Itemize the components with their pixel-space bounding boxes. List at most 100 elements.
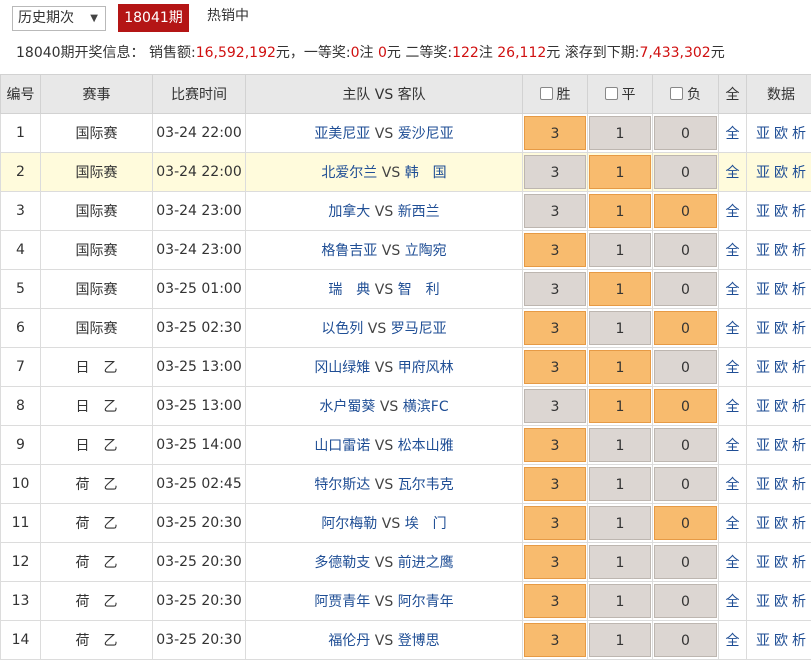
option-lose[interactable]: 0 xyxy=(654,623,717,657)
option-lose[interactable]: 0 xyxy=(654,350,717,384)
select-all-option[interactable]: 全 xyxy=(718,464,747,504)
home-team[interactable]: 阿贾青年 xyxy=(314,594,370,610)
current-issue-button[interactable]: 18041期 xyxy=(118,4,189,32)
asian-odds-link[interactable]: 亚 xyxy=(756,477,770,493)
euro-odds-link[interactable]: 欧 xyxy=(774,399,788,415)
analysis-link[interactable]: 析 xyxy=(792,633,806,649)
select-all-option[interactable]: 全 xyxy=(718,503,747,543)
euro-odds-link[interactable]: 欧 xyxy=(774,165,788,181)
option-lose[interactable]: 0 xyxy=(654,116,717,150)
analysis-link[interactable]: 析 xyxy=(792,438,806,454)
home-team[interactable]: 水户蜀葵 xyxy=(319,399,375,415)
home-team[interactable]: 以色列 xyxy=(321,321,363,337)
euro-odds-link[interactable]: 欧 xyxy=(774,243,788,259)
option-draw[interactable]: 1 xyxy=(589,350,651,384)
option-draw[interactable]: 1 xyxy=(589,506,651,540)
option-lose[interactable]: 0 xyxy=(654,389,717,423)
option-draw[interactable]: 1 xyxy=(589,233,651,267)
option-lose[interactable]: 0 xyxy=(654,233,717,267)
select-all-option[interactable]: 全 xyxy=(718,347,747,387)
option-draw[interactable]: 1 xyxy=(589,623,651,657)
analysis-link[interactable]: 析 xyxy=(792,321,806,337)
euro-odds-link[interactable]: 欧 xyxy=(774,360,788,376)
away-team[interactable]: 新西兰 xyxy=(398,204,440,220)
select-all-option[interactable]: 全 xyxy=(718,425,747,465)
euro-odds-link[interactable]: 欧 xyxy=(774,555,788,571)
asian-odds-link[interactable]: 亚 xyxy=(756,438,770,454)
history-issue-select[interactable]: 历史期次 ▼ xyxy=(12,6,106,31)
analysis-link[interactable]: 析 xyxy=(792,516,806,532)
option-lose[interactable]: 0 xyxy=(654,428,717,462)
option-lose[interactable]: 0 xyxy=(654,545,717,579)
asian-odds-link[interactable]: 亚 xyxy=(756,555,770,571)
header-draw[interactable]: 平 xyxy=(587,74,653,114)
away-team[interactable]: 前进之鹰 xyxy=(398,555,454,571)
analysis-link[interactable]: 析 xyxy=(792,243,806,259)
home-team[interactable]: 冈山绿雉 xyxy=(314,360,370,376)
asian-odds-link[interactable]: 亚 xyxy=(756,516,770,532)
away-team[interactable]: 登博思 xyxy=(398,633,440,649)
option-draw[interactable]: 1 xyxy=(589,428,651,462)
analysis-link[interactable]: 析 xyxy=(792,165,806,181)
euro-odds-link[interactable]: 欧 xyxy=(774,126,788,142)
home-team[interactable]: 北爱尔兰 xyxy=(321,165,377,181)
away-team[interactable]: 埃 门 xyxy=(405,516,447,532)
euro-odds-link[interactable]: 欧 xyxy=(774,594,788,610)
home-team[interactable]: 加拿大 xyxy=(328,204,370,220)
header-lose[interactable]: 负 xyxy=(652,74,719,114)
analysis-link[interactable]: 析 xyxy=(792,360,806,376)
option-draw[interactable]: 1 xyxy=(589,194,651,228)
option-win[interactable]: 3 xyxy=(524,233,586,267)
option-draw[interactable]: 1 xyxy=(589,155,651,189)
option-draw[interactable]: 1 xyxy=(589,584,651,618)
option-draw[interactable]: 1 xyxy=(589,116,651,150)
euro-odds-link[interactable]: 欧 xyxy=(774,282,788,298)
home-team[interactable]: 阿尔梅勒 xyxy=(321,516,377,532)
away-team[interactable]: 横滨FC xyxy=(403,399,449,415)
away-team[interactable]: 松本山雅 xyxy=(398,438,454,454)
analysis-link[interactable]: 析 xyxy=(792,594,806,610)
option-lose[interactable]: 0 xyxy=(654,155,717,189)
home-team[interactable]: 福伦丹 xyxy=(328,633,370,649)
option-draw[interactable]: 1 xyxy=(589,311,651,345)
away-team[interactable]: 甲府风林 xyxy=(398,360,454,376)
option-draw[interactable]: 1 xyxy=(589,545,651,579)
option-lose[interactable]: 0 xyxy=(654,272,717,306)
away-team[interactable]: 爱沙尼亚 xyxy=(398,126,454,142)
home-team[interactable]: 瑞 典 xyxy=(328,282,370,298)
select-all-lose-checkbox[interactable] xyxy=(670,87,683,100)
option-win[interactable]: 3 xyxy=(524,623,586,657)
analysis-link[interactable]: 析 xyxy=(792,282,806,298)
asian-odds-link[interactable]: 亚 xyxy=(756,282,770,298)
euro-odds-link[interactable]: 欧 xyxy=(774,516,788,532)
header-win[interactable]: 胜 xyxy=(522,74,588,114)
select-all-option[interactable]: 全 xyxy=(718,230,747,270)
select-all-option[interactable]: 全 xyxy=(718,620,747,660)
option-lose[interactable]: 0 xyxy=(654,194,717,228)
away-team[interactable]: 阿尔青年 xyxy=(398,594,454,610)
option-draw[interactable]: 1 xyxy=(589,467,651,501)
home-team[interactable]: 格鲁吉亚 xyxy=(321,243,377,259)
asian-odds-link[interactable]: 亚 xyxy=(756,165,770,181)
select-all-option[interactable]: 全 xyxy=(718,269,747,309)
option-lose[interactable]: 0 xyxy=(654,506,717,540)
analysis-link[interactable]: 析 xyxy=(792,399,806,415)
away-team[interactable]: 立陶宛 xyxy=(405,243,447,259)
option-win[interactable]: 3 xyxy=(524,506,586,540)
euro-odds-link[interactable]: 欧 xyxy=(774,204,788,220)
away-team[interactable]: 罗马尼亚 xyxy=(391,321,447,337)
away-team[interactable]: 智 利 xyxy=(398,282,440,298)
select-all-option[interactable]: 全 xyxy=(718,308,747,348)
home-team[interactable]: 山口雷诺 xyxy=(314,438,370,454)
analysis-link[interactable]: 析 xyxy=(792,555,806,571)
option-win[interactable]: 3 xyxy=(524,194,586,228)
option-win[interactable]: 3 xyxy=(524,467,586,501)
option-draw[interactable]: 1 xyxy=(589,389,651,423)
analysis-link[interactable]: 析 xyxy=(792,477,806,493)
select-all-option[interactable]: 全 xyxy=(718,113,747,153)
home-team[interactable]: 亚美尼亚 xyxy=(314,126,370,142)
asian-odds-link[interactable]: 亚 xyxy=(756,126,770,142)
asian-odds-link[interactable]: 亚 xyxy=(756,399,770,415)
euro-odds-link[interactable]: 欧 xyxy=(774,633,788,649)
option-lose[interactable]: 0 xyxy=(654,311,717,345)
